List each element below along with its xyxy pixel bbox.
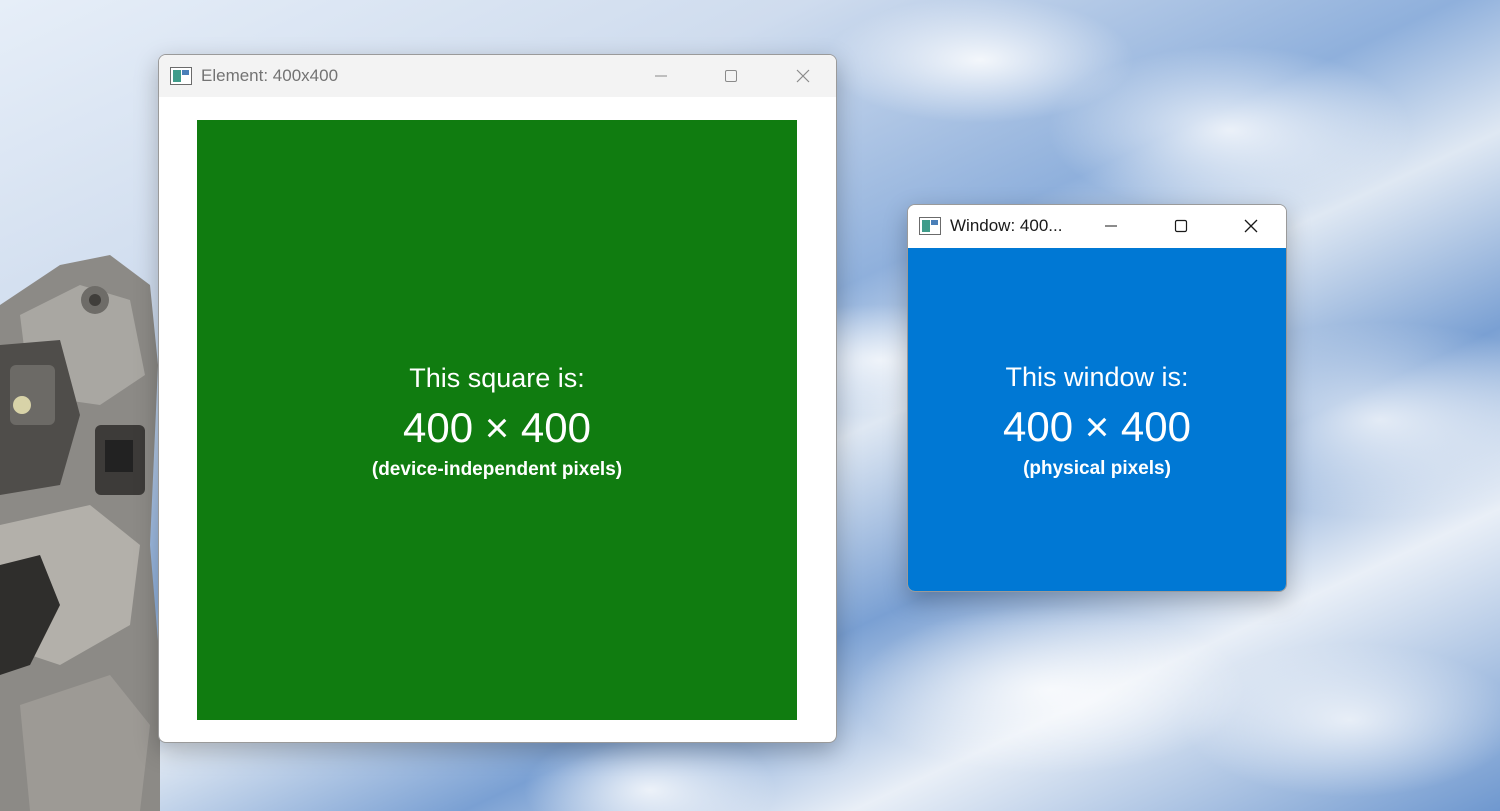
window-label: This window is:	[1005, 362, 1189, 392]
maximize-icon	[725, 70, 737, 82]
astronaut-spacesuit-image	[0, 255, 160, 811]
window-window-titlebar[interactable]: Window: 400...	[908, 205, 1286, 247]
square-label: This square is:	[409, 363, 585, 393]
close-icon	[1244, 219, 1258, 233]
maximize-button[interactable]	[708, 55, 754, 97]
square-dimensions: 400 × 400	[402, 404, 591, 451]
app-window-icon	[919, 217, 941, 235]
app-window-icon	[170, 67, 192, 85]
window-window-title: Window: 400...	[950, 216, 1063, 235]
minimize-icon	[1105, 225, 1117, 227]
minimize-icon	[655, 75, 667, 77]
green-square: This square is: 400 × 400 (device-indepe…	[197, 120, 797, 720]
blue-panel: This window is: 400 × 400 (physical pixe…	[908, 248, 1286, 591]
window-unit-note: (physical pixels)	[1023, 458, 1171, 479]
maximize-button[interactable]	[1158, 205, 1204, 247]
close-button[interactable]	[780, 55, 826, 97]
maximize-icon	[1174, 219, 1188, 233]
element-window[interactable]: Element: 400x400 This square is: 400 × 4…	[158, 54, 837, 743]
close-button[interactable]	[1228, 205, 1274, 247]
minimize-button[interactable]	[638, 55, 684, 97]
minimize-button[interactable]	[1088, 205, 1134, 247]
element-window-titlebar[interactable]: Element: 400x400	[159, 55, 836, 97]
element-window-title: Element: 400x400	[201, 66, 339, 85]
window-dimensions: 400 × 400	[1002, 403, 1191, 450]
window-window[interactable]: Window: 400... This window is: 400 × 400…	[907, 204, 1287, 592]
close-icon	[796, 69, 810, 83]
square-unit-note: (device-independent pixels)	[371, 459, 623, 480]
